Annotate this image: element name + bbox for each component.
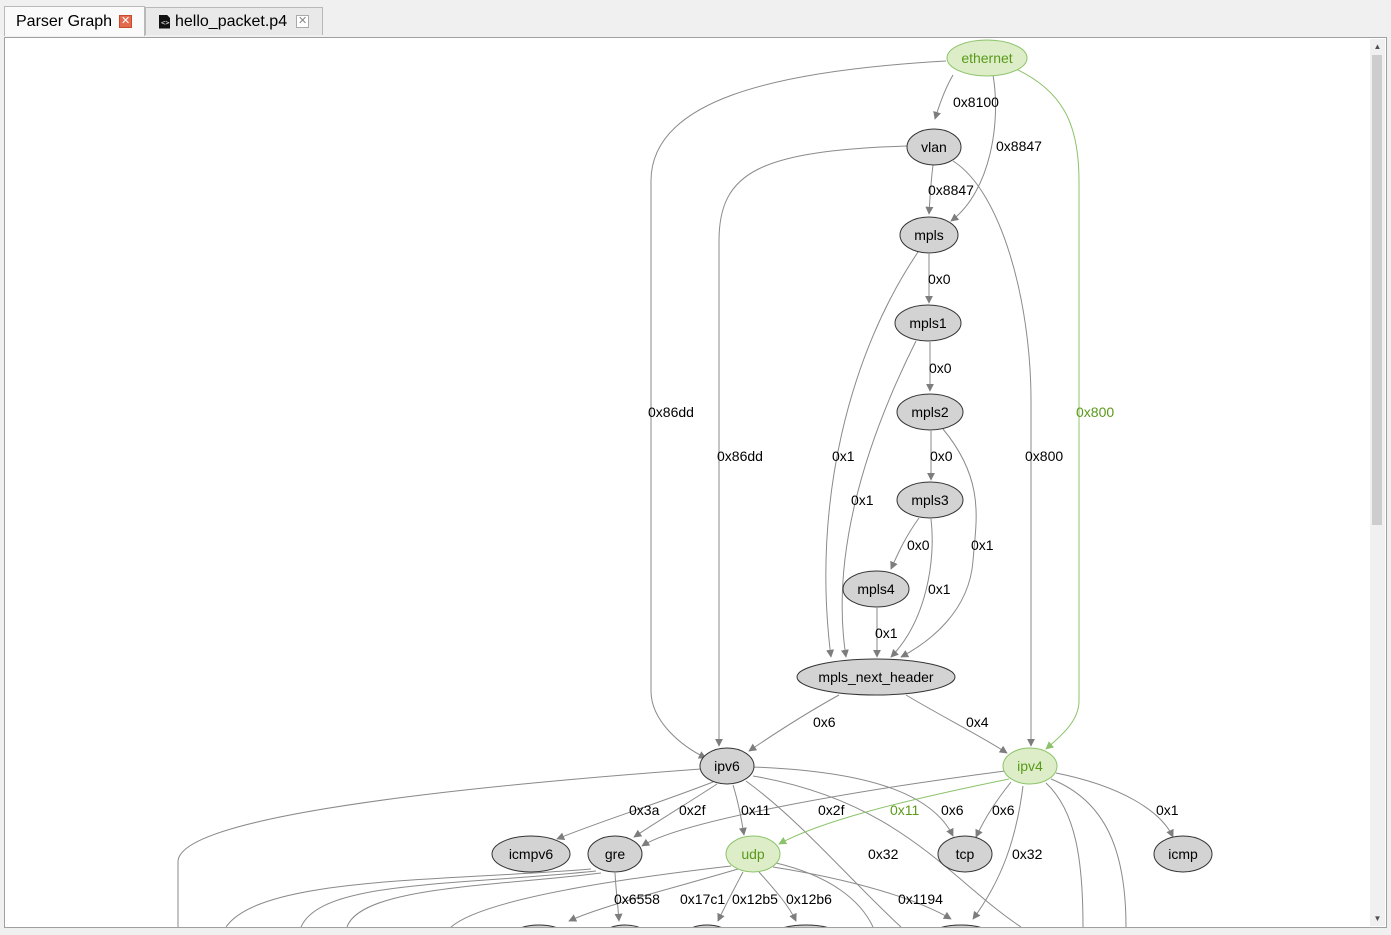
node-offscreen-4 (784, 924, 828, 927)
edge-label: 0x6558 (614, 891, 660, 907)
node-mpls-next-header[interactable]: mpls_next_header (796, 658, 956, 696)
vertical-scrollbar[interactable]: ▲ ▼ (1370, 39, 1385, 926)
node-mpls4[interactable]: mpls4 (842, 570, 910, 608)
parser-graph: ethernet vlan mpls mpls1 mpls2 mpls3 mpl… (177, 39, 1213, 927)
edge-label: 0x6 (992, 802, 1015, 818)
edge-label: 0x12b5 (732, 891, 778, 907)
svg-text:ipv6: ipv6 (714, 758, 740, 774)
edge-vlan-ipv4 (952, 160, 1035, 747)
edge-gre-left2 (300, 870, 597, 927)
node-offscreen-3 (692, 924, 722, 927)
edge-vlan-ipv6 (715, 145, 908, 747)
edge-label: 0x2f (818, 802, 845, 818)
edge-label: 0x17c1 (680, 891, 725, 907)
edge-label: 0x8847 (928, 182, 974, 198)
node-offscreen-5 (940, 924, 982, 927)
edge-gre-left1 (225, 868, 592, 927)
node-gre[interactable]: gre (587, 835, 643, 873)
close-icon[interactable]: ✕ (119, 15, 133, 28)
edge-label: 0x3a (629, 802, 660, 818)
edge-label: 0x1 (1156, 802, 1179, 818)
edge-label: 0x1 (832, 448, 855, 464)
parser-graph-canvas[interactable]: ethernet vlan mpls mpls1 mpls2 mpls3 mpl… (4, 37, 1387, 928)
svg-text:udp: udp (741, 846, 765, 862)
node-mpls[interactable]: mpls (899, 216, 959, 254)
edge-label: 0x32 (868, 846, 899, 862)
edge-ipv4-down1 (1045, 782, 1084, 927)
svg-text:icmpv6: icmpv6 (509, 846, 554, 862)
edge-label: 0x1 (971, 537, 994, 553)
edge-label: 0x800 (1025, 448, 1063, 464)
edge-label: 0x8847 (996, 138, 1042, 154)
edge-label: 0x1 (928, 581, 951, 597)
svg-text:ipv4: ipv4 (1017, 758, 1043, 774)
tab-hello-packet[interactable]: <> hello_packet.p4 ✕ (145, 7, 323, 35)
node-ipv6[interactable]: ipv6 (699, 747, 755, 785)
node-mpls1[interactable]: mpls1 (894, 304, 962, 342)
svg-text:vlan: vlan (921, 139, 947, 155)
edge-label: 0x0 (930, 448, 953, 464)
node-mpls2[interactable]: mpls2 (896, 393, 964, 431)
node-mpls3[interactable]: mpls3 (896, 481, 964, 519)
bottom-strip (0, 928, 1391, 935)
edge-label: 0x11 (890, 802, 920, 818)
edge-label: 0x86dd (717, 448, 763, 464)
scroll-down-icon[interactable]: ▼ (1370, 911, 1385, 926)
node-udp[interactable]: udp (725, 835, 781, 873)
edge-labels: 0x8100 0x8847 0x86dd 0x800 0x8847 0x86dd… (614, 94, 1179, 907)
edge-label: 0x2f (679, 802, 706, 818)
svg-text:tcp: tcp (956, 846, 975, 862)
edge-label: 0x12b6 (786, 891, 832, 907)
edge-ipv6-tcp (752, 766, 954, 837)
edge-label: 0x86dd (648, 404, 694, 420)
node-ethernet[interactable]: ethernet (946, 39, 1028, 77)
edge-label: 0x6 (813, 714, 836, 730)
edge-label: 0x32 (1012, 846, 1043, 862)
svg-text:mpls1: mpls1 (909, 315, 947, 331)
svg-text:mpls3: mpls3 (911, 492, 949, 508)
edge-ethernet-vlan (933, 74, 954, 120)
graph-edges (177, 60, 1174, 927)
edge-label: 0x800 (1076, 404, 1114, 420)
scroll-up-icon[interactable]: ▲ (1370, 39, 1385, 54)
node-offscreen-1 (521, 924, 557, 927)
edge-label: 0x8100 (953, 94, 999, 110)
svg-text:mpls: mpls (914, 227, 944, 243)
tab-parser-graph[interactable]: Parser Graph ✕ (4, 6, 145, 36)
node-ipv4[interactable]: ipv4 (1002, 747, 1058, 785)
svg-text:mpls2: mpls2 (911, 404, 949, 420)
node-icmp[interactable]: icmp (1153, 835, 1213, 873)
edge-ethernet-ipv4-highlight (1015, 68, 1080, 750)
edge-label: 0x4 (966, 714, 989, 730)
edge-label: 0x1194 (898, 891, 943, 907)
edge-label: 0x1 (851, 492, 874, 508)
edge-label: 0x0 (907, 537, 930, 553)
svg-text:mpls_next_header: mpls_next_header (818, 669, 934, 685)
node-tcp[interactable]: tcp (937, 835, 993, 873)
edge-next-ipv4 (905, 694, 1008, 754)
svg-text:mpls4: mpls4 (857, 581, 895, 597)
node-vlan[interactable]: vlan (906, 128, 962, 166)
edge-label: 0x6 (941, 802, 964, 818)
svg-text:icmp: icmp (1168, 846, 1198, 862)
node-offscreen-2 (610, 924, 640, 927)
node-icmpv6[interactable]: icmpv6 (491, 835, 571, 873)
partial-nodes-offscreen (521, 924, 982, 927)
scrollbar-thumb[interactable] (1372, 55, 1382, 525)
tab-label: hello_packet.p4 (175, 12, 288, 30)
edge-label: 0x0 (928, 271, 951, 287)
svg-text:gre: gre (605, 846, 625, 862)
edge-label: 0x1 (875, 625, 898, 641)
svg-text:ethernet: ethernet (961, 50, 1012, 66)
tab-bar: Parser Graph ✕ <> hello_packet.p4 ✕ (0, 0, 1391, 37)
edge-ipv4-down2 (1050, 778, 1127, 927)
edge-label: 0x11 (741, 802, 771, 818)
tab-label: Parser Graph (16, 12, 113, 30)
edge-label: 0x0 (929, 360, 952, 376)
code-file-icon: <> (159, 14, 170, 29)
close-icon[interactable]: ✕ (296, 15, 310, 28)
